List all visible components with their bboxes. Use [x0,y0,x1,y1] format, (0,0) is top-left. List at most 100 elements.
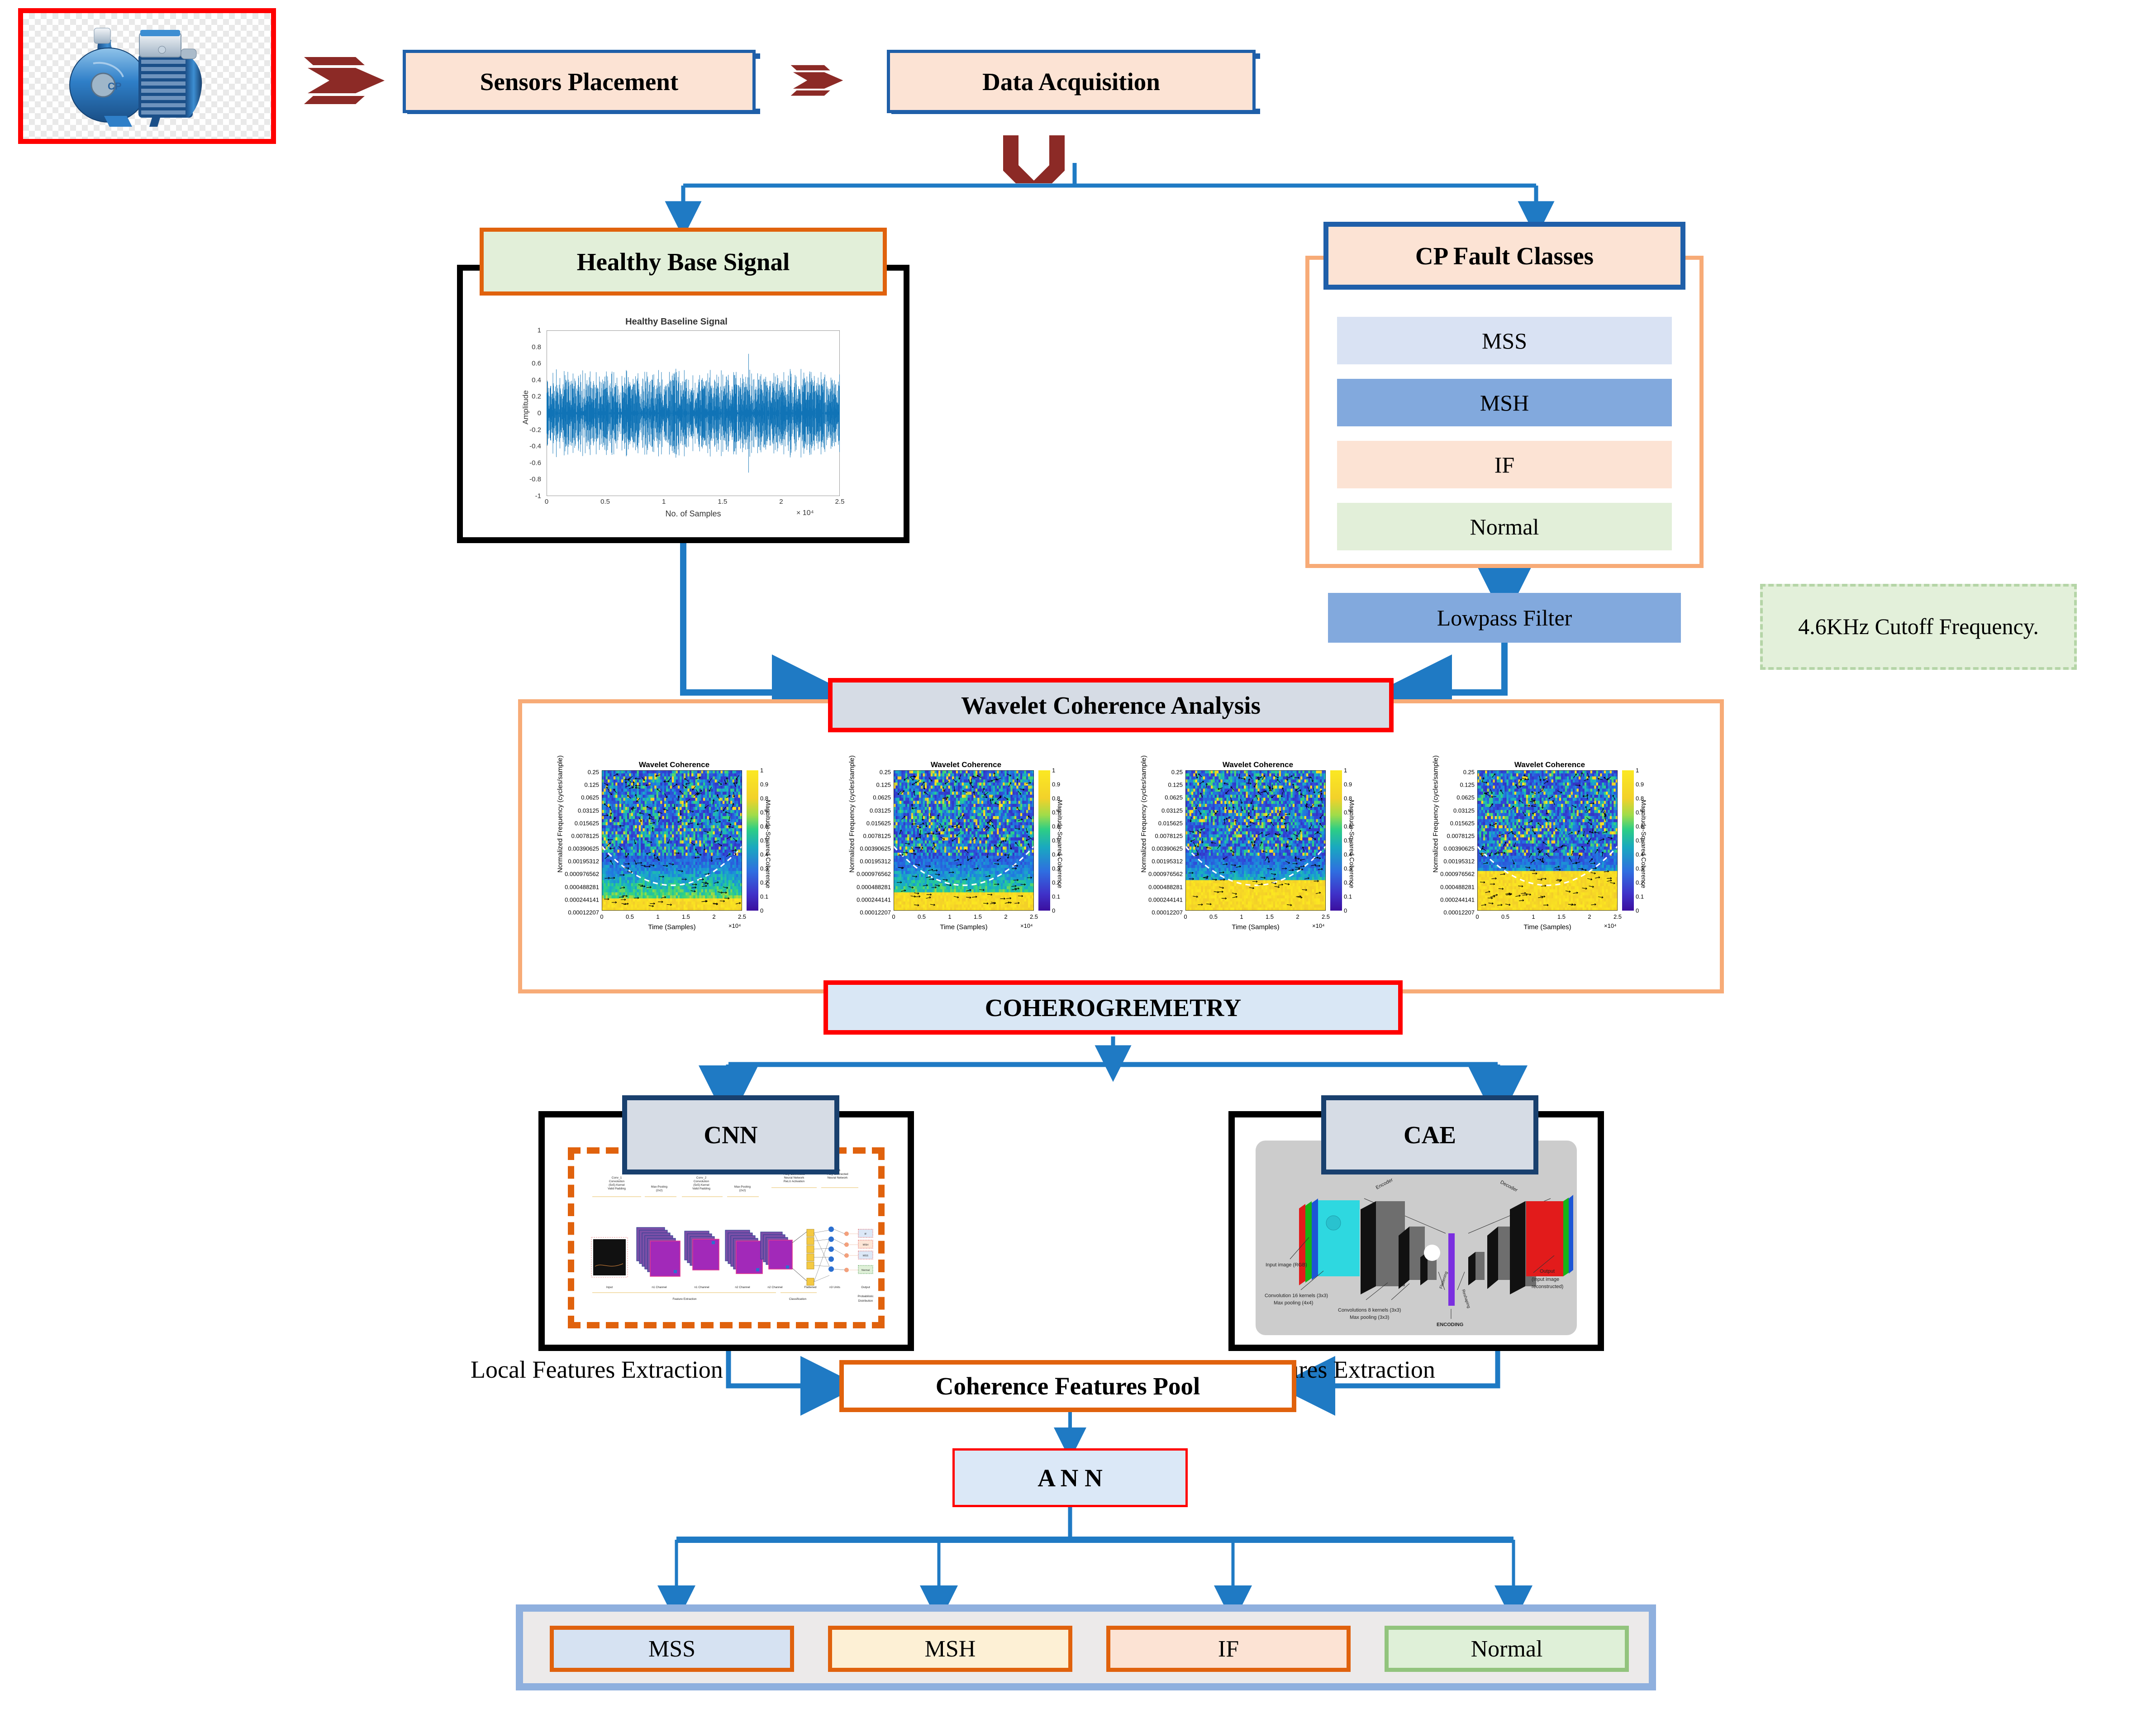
svg-text:CP: CP [108,81,122,92]
wavelet-coherence-plot-3: Wavelet Coherence Normalized Frequency (c… [1122,755,1394,937]
healthy-ytick: -0.8 [529,475,541,483]
healthy-base-signal-title[interactable]: Healthy Base Signal [480,228,887,296]
coh-ytick: 0.00195312 [568,858,599,865]
coh-colorbar [1038,770,1050,911]
coh-ctick: 0.9 [1052,781,1061,788]
coh-ytick: 0.25 [1463,769,1475,776]
coh-ctick: 0.9 [1636,781,1644,788]
coh-ytick: 0.00390625 [1152,845,1183,852]
output-chip-label: MSS [648,1636,696,1662]
cae-title-box[interactable]: CAE [1321,1095,1538,1174]
fault-class-chip-normal[interactable]: Normal [1337,503,1672,550]
coh-ytick: 0.00012207 [1443,909,1475,916]
fault-class-chip-mss[interactable]: MSS [1337,317,1672,364]
cp-fault-classes-label: CP Fault Classes [1415,242,1594,270]
healthy-ytick: -0.2 [529,426,541,434]
coh-plot-yticks: 0.25 0.125 0.0625 0.03125 0.015625 0.0078125 0… [546,769,599,916]
coh-ctick: 1 [1636,767,1639,774]
healthy-ytick: 0 [537,409,541,417]
coh-ytick: 0.00012207 [568,909,599,916]
output-chip-msh[interactable]: MSH [828,1626,1072,1672]
coh-xtick: 1 [1240,913,1243,920]
coh-ytick: 0.03125 [578,807,599,814]
coh-ytick: 0.00195312 [1443,858,1475,865]
coh-ctick: 0.9 [760,781,769,788]
coh-xtick: 2 [1588,913,1591,920]
healthy-xtick: 2.5 [835,498,845,506]
coh-ytick: 0.015625 [1158,820,1183,827]
coh-ytick: 0.00012207 [1152,909,1183,916]
coh-ctick: 0 [1052,907,1056,914]
coh-plot-yticks: 0.25 0.125 0.0625 0.03125 0.015625 0.0078125 0… [838,769,891,916]
coh-ytick: 0.0625 [581,794,599,801]
coh-ytick: 0.125 [584,781,599,788]
coh-plot-title: Wavelet Coherence [1514,760,1585,769]
coh-colorbar [747,770,758,911]
ann-label: A N N [1038,1464,1103,1492]
coh-xtick: 1.5 [681,913,690,920]
cnn-title-box[interactable]: CNN [622,1095,839,1174]
chevron-arrow-1 [304,57,385,104]
coh-plot-yticks: 0.25 0.125 0.0625 0.03125 0.015625 0.0078125 0… [1129,769,1183,916]
lowpass-filter-box[interactable]: Lowpass Filter [1328,593,1681,643]
coh-xtick: 1.5 [973,913,982,920]
coh-colorbar-label: Magnitude-Squared Coherence [1348,800,1356,888]
coh-ytick: 0.015625 [1450,820,1475,827]
wavelet-coherence-plot-1: Wavelet Coherence Normalized Frequency (c… [538,755,810,937]
healthy-chart-yticks: 1 0.8 0.6 0.4 0.2 0 -0.2 -0.4 -0.6 -0.8 -1 [516,327,544,500]
coh-plot-xticks: 0 0.5 1 1.5 2 2.5 [892,913,1038,922]
coh-ytick: 0.25 [587,769,599,776]
data-acquisition-box[interactable]: Data Acquisition [887,50,1256,113]
healthy-base-signal-label: Healthy Base Signal [576,248,790,276]
coh-xtick: 0 [1184,913,1187,920]
coh-xtick: 1 [656,913,660,920]
fault-class-label: MSS [1481,328,1528,353]
coh-colorbar-label: Magnitude-Squared Coherence [1640,800,1647,888]
coh-plot-area [894,770,1034,911]
wavelet-coherence-plot-2: Wavelet Coherence Normalized Frequency (c… [830,755,1102,937]
cae-label: CAE [1403,1121,1456,1149]
coh-ytick: 0.0625 [1456,794,1475,801]
cnn-caption: Local Features Extraction [471,1356,878,1384]
coh-ytick: 0.000244141 [1148,896,1183,903]
coh-xtick: 2.5 [1029,913,1038,920]
fault-class-chip-if[interactable]: IF [1337,441,1672,488]
coh-colorbar [1330,770,1342,911]
lowpass-filter-label: Lowpass Filter [1437,605,1572,630]
coh-plot-xlabel: Time (Samples) [1232,923,1280,931]
coh-xtick: 0 [600,913,604,920]
output-chip-if[interactable]: IF [1106,1626,1351,1672]
output-chip-mss[interactable]: MSS [550,1626,794,1672]
wavelet-coherence-plot-4: Wavelet Coherence Normalized Frequency (c… [1414,755,1685,937]
coh-plot-xlabel: Time (Samples) [648,923,696,931]
coh-ytick: 0.000244141 [857,896,891,903]
coh-plot-xlabel: Time (Samples) [940,923,988,931]
coherogremetry-box[interactable]: COHEROGREMETRY [823,980,1403,1035]
coh-ctick: 0 [760,907,764,914]
coherence-features-pool-box[interactable]: Coherence Features Pool [839,1360,1296,1412]
coh-xtick: 0 [892,913,895,920]
wavelet-coherence-analysis-title[interactable]: Wavelet Coherence Analysis [828,678,1394,732]
coh-plot-x-exponent: ×10⁴ [1604,922,1617,929]
coh-ytick: 0.000488281 [857,883,891,891]
coh-plot-area [602,770,742,911]
coh-ytick: 0.125 [1460,781,1475,788]
coh-ytick: 0.00195312 [1152,858,1183,865]
cp-fault-classes-title[interactable]: CP Fault Classes [1323,222,1685,290]
output-chip-label: IF [1218,1636,1239,1662]
data-acquisition-label: Data Acquisition [982,67,1160,95]
coh-plot-x-exponent: ×10⁴ [1020,922,1033,929]
fault-class-chip-msh[interactable]: MSH [1337,379,1672,426]
healthy-chart-x-exponent: × 10⁴ [796,509,814,517]
coh-ytick: 0.0078125 [571,832,599,840]
output-chip-normal[interactable]: Normal [1385,1626,1629,1672]
healthy-ytick: -1 [535,492,541,500]
healthy-chart-title: Healthy Baseline Signal [625,317,728,327]
healthy-xtick: 1.5 [718,498,728,506]
cnn-label: CNN [704,1121,758,1149]
ann-box[interactable]: A N N [952,1448,1188,1507]
coh-ytick: 0.00012207 [860,909,891,916]
coh-ytick: 0.000244141 [1440,896,1475,903]
coh-ctick: 1 [760,767,764,774]
sensors-placement-box[interactable]: Sensors Placement [403,50,756,113]
